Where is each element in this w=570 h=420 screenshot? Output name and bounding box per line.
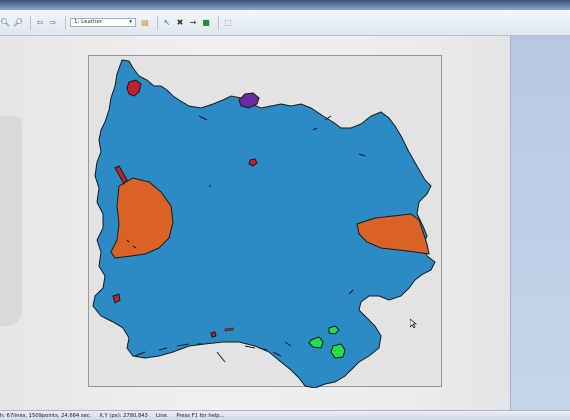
toolbar: 🔍︎ 🔎︎ ⇦ ⇨ 1: Leather ▾ ▤ ↖ ✖ → ■ ⬚ [0,10,570,36]
cross-icon[interactable]: ✖ [175,18,185,28]
toolbar-separator [30,15,31,30]
layer-select[interactable]: 1: Leather ▾ [70,18,136,27]
zoom-out-icon[interactable]: 🔎︎ [13,18,23,28]
zoom-in-icon[interactable]: 🔍︎ [0,18,10,28]
mouse-cursor-icon [410,319,418,328]
layer-select-value: 1: Leather [74,19,103,25]
toolbar-separator [157,15,158,30]
arrow-icon[interactable]: → [188,18,198,28]
arrow-left-icon[interactable]: ⇦ [35,18,45,28]
pointer-icon[interactable]: ↖ [162,18,172,28]
drawing-canvas[interactable] [88,55,442,388]
background-shape [0,116,22,326]
defect-green-3[interactable] [330,343,346,359]
chevron-down-icon: ▾ [129,19,132,25]
status-bar: h: 67lines, 1509points, 24.664 sec. X,Y … [0,410,570,420]
status-coordinates: X,Y (px): 2780,843 [99,412,148,419]
status-mode: Line. [155,412,169,419]
select-rect-icon[interactable]: ⬚ [223,18,233,28]
status-object-info: h: 67lines, 1509points, 24.664 sec. [0,412,92,419]
status-help: Press F1 for help... [176,412,225,419]
arrow-right-icon[interactable]: ⇨ [48,18,58,28]
side-panel [510,36,570,410]
hide-drawing [92,59,436,388]
defect-red-bottom[interactable] [210,331,217,338]
flag-icon[interactable]: ■ [201,18,211,28]
folder-icon[interactable]: ▤ [140,18,150,28]
title-bar [0,0,570,10]
toolbar-separator [65,15,66,30]
toolbar-separator [218,15,219,30]
